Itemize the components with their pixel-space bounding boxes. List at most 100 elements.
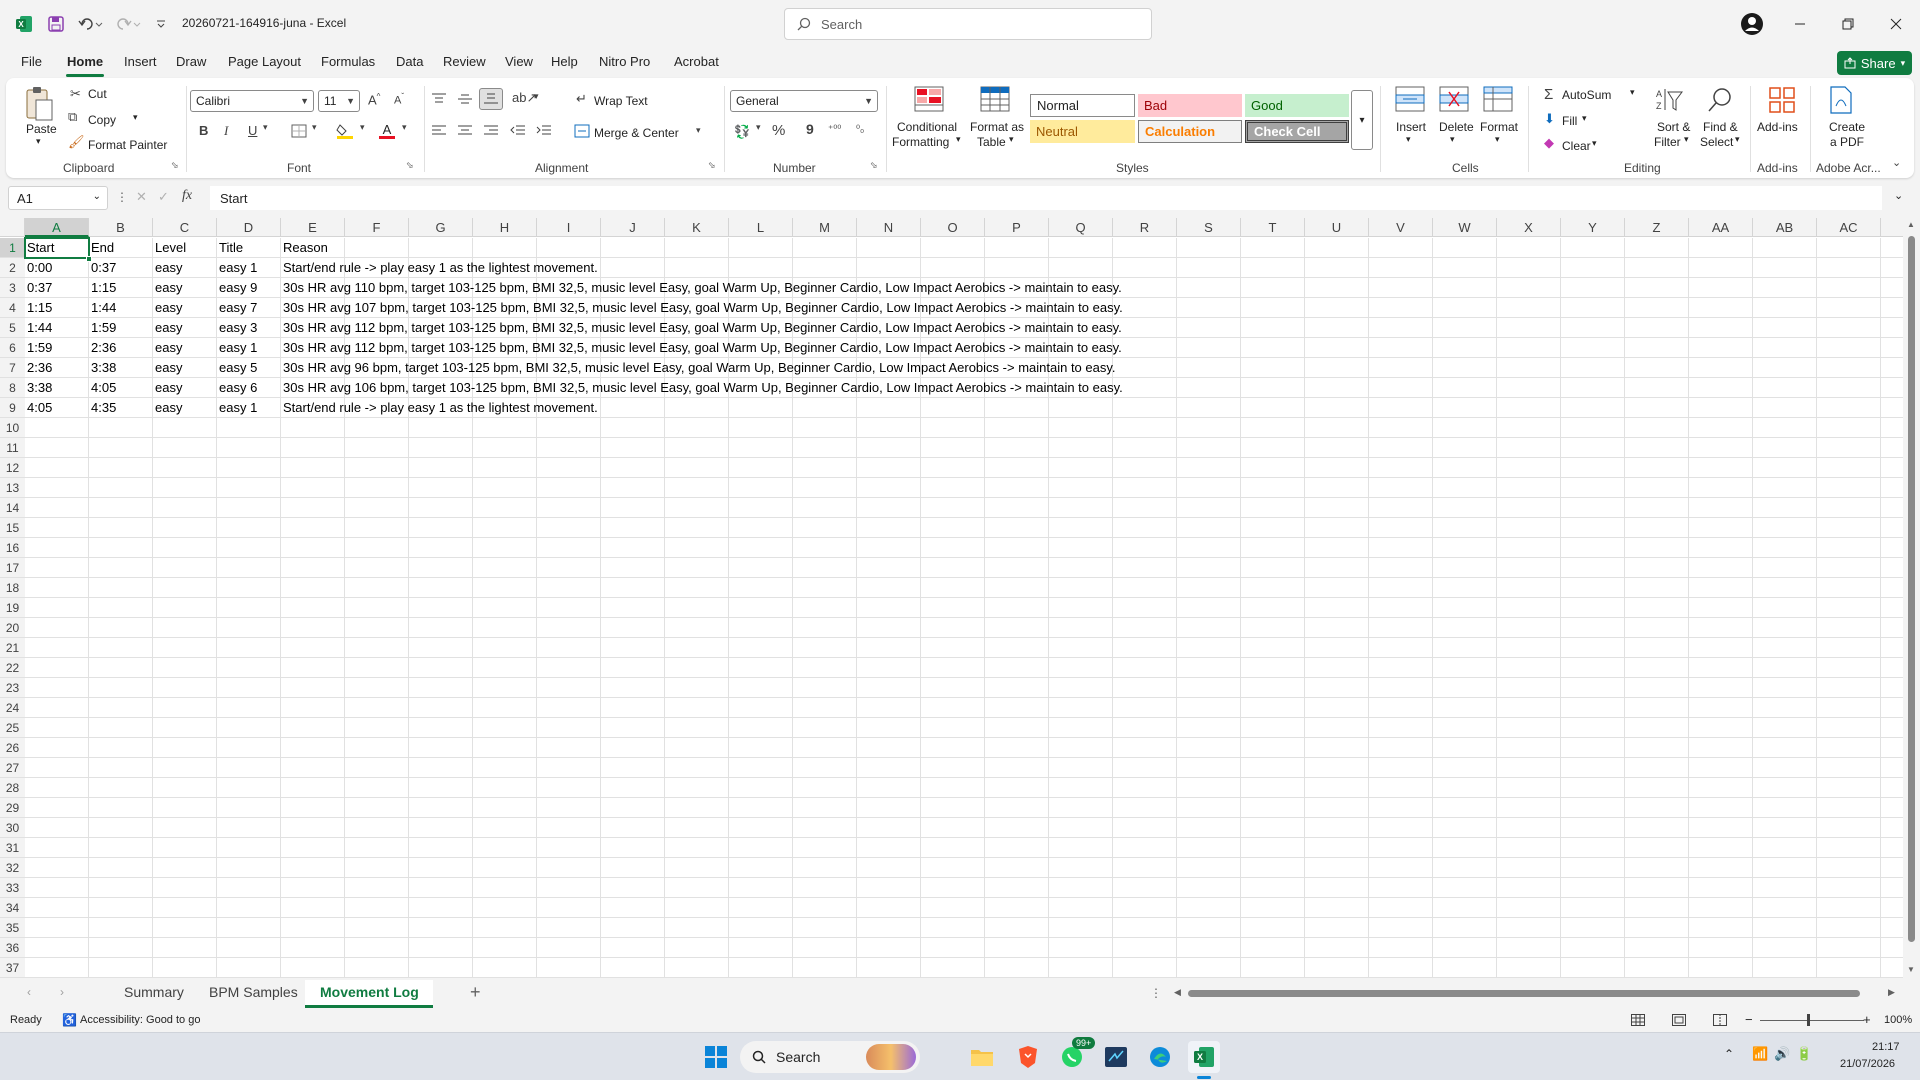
cell[interactable]: 1:59 [89,318,116,338]
font-name-select[interactable]: Calibri ▼ [190,90,314,112]
column-header[interactable]: O [921,218,985,237]
row-header[interactable]: 14 [0,498,25,518]
sheet-tab-bpm-samples[interactable]: BPM Samples [209,984,298,1000]
paste-button[interactable]: Paste [26,122,57,136]
dialog-launcher-icon[interactable]: ⬂ [171,160,179,171]
prev-sheet-icon[interactable]: ‹ [27,985,31,999]
increase-indent-icon[interactable] [536,124,552,138]
copy-chevron-icon[interactable]: ▾ [133,112,138,123]
row-header[interactable]: 23 [0,678,25,698]
excel-taskbar-icon[interactable]: X [1188,1041,1220,1079]
row-header[interactable]: 34 [0,898,25,918]
cell[interactable]: easy 1 [217,258,257,278]
cell[interactable]: Start/end rule -> play easy 1 as the lig… [281,258,598,278]
column-header[interactable]: AA [1689,218,1753,237]
tab-acrobat[interactable]: Acrobat [674,54,719,69]
conditional-formatting-label-2[interactable]: Formatting [892,135,949,149]
row-header[interactable]: 7 [0,358,25,378]
delete-cells-button[interactable]: Delete [1439,120,1474,134]
row-header[interactable]: 6 [0,338,25,358]
column-header[interactable]: W [1433,218,1497,237]
format-cells-button[interactable]: Format [1480,120,1518,134]
chevron-down-icon[interactable]: ▾ [756,122,761,133]
clock-time[interactable]: 21:17 [1872,1041,1900,1053]
zoom-slider-thumb[interactable] [1807,1014,1810,1026]
cell[interactable]: 1:15 [25,298,52,318]
dialog-launcher-icon[interactable]: ⬂ [406,160,414,171]
sheet-tab-summary[interactable]: Summary [124,984,184,1000]
font-color-icon[interactable]: A [378,122,396,140]
worksheet-grid[interactable]: A B C D E F G H I J K L M N O P Q R S T U V W X Y Z AA AB AC 1234567… [0,218,1920,978]
tab-formulas[interactable]: Formulas [321,54,375,69]
chevron-down-icon[interactable]: ▾ [1630,87,1635,98]
row-header[interactable]: 28 [0,778,25,798]
cell[interactable]: 0:00 [25,258,52,278]
column-header[interactable]: X [1497,218,1561,237]
font-size-select[interactable]: 11 ▼ [318,90,360,112]
style-good[interactable]: Good [1245,94,1349,117]
tab-page-layout[interactable]: Page Layout [228,54,301,69]
chevron-down-icon[interactable]: ▾ [402,122,407,133]
chevron-down-icon[interactable]: ▾ [1450,134,1455,145]
cell[interactable]: 30s HR avg 112 bpm, target 103-125 bpm, … [281,338,1122,358]
edge-browser-icon[interactable] [1144,1041,1176,1073]
terminal-app-icon[interactable] [1100,1041,1132,1073]
cell[interactable]: 2:36 [89,338,116,358]
row-header[interactable]: 37 [0,958,25,978]
battery-icon[interactable]: 🔋 [1796,1046,1812,1062]
dialog-launcher-icon[interactable]: ⬂ [708,160,716,171]
align-bottom-icon[interactable] [479,88,503,110]
column-header[interactable]: R [1113,218,1177,237]
style-normal[interactable]: Normal [1030,94,1135,117]
cell[interactable]: 4:05 [25,398,52,418]
windows-start-icon[interactable] [700,1041,732,1073]
cell[interactable]: 30s HR avg 96 bpm, target 103-125 bpm, B… [281,358,1116,378]
fill-button[interactable]: Fill [1562,114,1577,128]
percent-button[interactable]: % [772,122,785,139]
cell[interactable]: easy 9 [217,278,257,298]
column-header[interactable]: B [89,218,153,237]
fill-color-icon[interactable] [336,122,354,140]
chevron-down-icon[interactable]: ▾ [1582,113,1587,124]
column-header[interactable]: V [1369,218,1433,237]
tab-insert[interactable]: Insert [124,54,157,69]
add-ins-button[interactable]: Add-ins [1757,120,1798,134]
row-header[interactable]: 26 [0,738,25,758]
cell[interactable]: 3:38 [89,358,116,378]
row-header[interactable]: 29 [0,798,25,818]
align-center-icon[interactable] [457,124,473,138]
row-header[interactable]: 4 [0,298,25,318]
cell[interactable]: 0:37 [89,258,116,278]
more-options-icon[interactable]: ⋮ [1150,986,1162,1000]
taskbar-search[interactable]: Search [740,1041,920,1073]
tab-data[interactable]: Data [396,54,423,69]
cell[interactable]: 1:44 [25,318,52,338]
more-options-icon[interactable]: ⋮ [116,190,128,204]
cell[interactable]: 30s HR avg 106 bpm, target 103-125 bpm, … [281,378,1123,398]
format-as-table-label-2[interactable]: Table [977,135,1006,149]
chevron-up-icon[interactable]: ⌃ [1724,1047,1734,1061]
redo-icon[interactable] [114,14,144,34]
cell[interactable]: 3:38 [25,378,52,398]
copy-button[interactable]: Copy [88,113,116,127]
cell[interactable]: 1:44 [89,298,116,318]
cell[interactable]: easy 6 [217,378,257,398]
row-header[interactable]: 18 [0,578,25,598]
row-header[interactable]: 12 [0,458,25,478]
sort-filter-label-2[interactable]: Filter [1654,135,1681,149]
decrease-decimal-icon[interactable]: ⁰₀ [856,124,864,135]
column-header[interactable]: L [729,218,793,237]
merge-center-button[interactable]: Merge & Center [594,126,679,140]
cell[interactable]: easy [153,398,182,418]
align-top-icon[interactable] [431,92,447,106]
style-check-cell[interactable]: Check Cell [1245,120,1349,143]
cell[interactable]: easy [153,378,182,398]
column-header[interactable]: C [153,218,217,237]
clock-date[interactable]: 21/07/2026 [1840,1058,1895,1070]
column-header[interactable]: T [1241,218,1305,237]
wrap-text-button[interactable]: Wrap Text [594,94,648,108]
cell[interactable]: 4:35 [89,398,116,418]
tab-review[interactable]: Review [443,54,486,69]
cell[interactable]: 1:59 [25,338,52,358]
column-header[interactable]: N [857,218,921,237]
